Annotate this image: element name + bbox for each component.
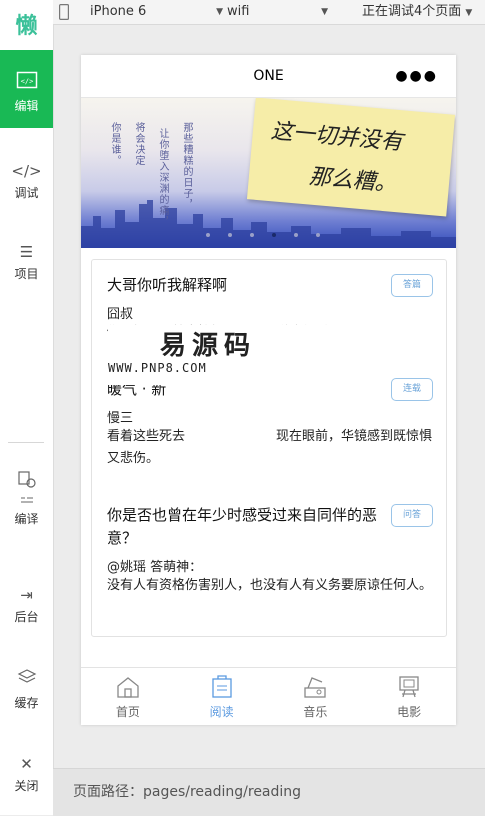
banner-dot[interactable] [250, 233, 254, 237]
item-author: 慢三 [107, 411, 134, 426]
sidebar-item-debug[interactable]: </> 调试 [0, 162, 53, 201]
left-sidebar: 懒 </> 编辑 </> 调试 ☰ 项目 编译 ⇥ 后台 缓存 ✕ 关闭 [0, 0, 54, 815]
sidebar-item-compile[interactable]: 编译 [0, 470, 53, 527]
sidebar-item-project[interactable]: ☰ 项目 [0, 243, 53, 282]
item-title: 你是否也曾在年少时感受过来自同伴的恶意？ [107, 506, 378, 547]
tab-reading[interactable]: 阅读 [175, 668, 269, 725]
banner-text-line: 让你堕入深渊的痛， [157, 128, 168, 227]
sidebar-item-label: 关闭 [14, 779, 39, 793]
nav-title: ONE [253, 68, 284, 84]
chevron-down-icon: ▼ [465, 8, 473, 18]
more-menu-icon[interactable]: ●●● [395, 55, 438, 97]
banner-dot[interactable] [294, 233, 298, 237]
close-icon: ✕ [20, 755, 33, 773]
banner-dot[interactable] [206, 233, 210, 237]
sidebar-item-label: 后台 [14, 610, 39, 624]
item-excerpt: 看着这些死去 现在眼前，华镜感到既惊惧又悲伤。 [107, 429, 433, 466]
category-tag: 连载 [391, 378, 433, 401]
sticky-note: 这一切并没有 那么糟。 [246, 98, 456, 217]
debug-pages-select[interactable]: 正在调试4个页面 ▼ [362, 0, 472, 24]
code-brackets-icon: </> [11, 162, 42, 180]
item-author: 囧叔 [107, 307, 134, 322]
device-select[interactable]: iPhone 6 ▼ [90, 0, 223, 24]
chevron-down-icon: ▼ [216, 7, 223, 17]
reading-icon [175, 675, 269, 703]
watermark-title: 易源码 [160, 331, 257, 361]
category-tag: 答篇 [391, 274, 433, 297]
banner-dot[interactable] [316, 233, 320, 237]
category-tag: 问答 [391, 504, 433, 527]
page-path: 页面路径：pages/reading/reading [73, 784, 302, 800]
item-title: 大哥你听我解释啊 [107, 276, 228, 294]
sidebar-item-label: 编辑 [14, 99, 39, 113]
banner-text-line: 将会决定 [133, 122, 144, 166]
sidebar-divider [8, 442, 44, 443]
banner-text-line: 你是谁。 [109, 122, 120, 166]
menu-lines-icon: ☰ [19, 243, 34, 261]
banner-dot[interactable] [272, 233, 276, 237]
svg-text:</>: </> [20, 78, 33, 86]
banner-indicator [206, 233, 320, 237]
code-window-icon: </> [0, 71, 53, 93]
banner-dot[interactable] [228, 233, 232, 237]
phone-simulator: ONE ●●● 你是谁。 将会决定 让你堕入深渊的痛， 那些糟糕的日子， 这一切… [81, 55, 456, 725]
list-item[interactable]: 连载 暖气 · 新 慢三 看着这些死去 现在眼前，华镜感到既惊惧又悲伤。 [107, 378, 433, 470]
tab-bar: 首页 阅读 音乐 电影 [81, 667, 456, 725]
music-icon [269, 675, 363, 703]
list-item[interactable]: 问答 你是否也曾在年少时感受过来自同伴的恶意？ @姚瑶 答萌神： 没有人有资格伤… [107, 504, 433, 597]
network-select[interactable]: wifi ▼ [227, 0, 328, 24]
banner-text-line: 那些糟糕的日子， [181, 122, 192, 210]
compile-icon [0, 470, 53, 506]
sidebar-item-close[interactable]: ✕ 关闭 [0, 755, 53, 794]
app-logo: 懒 [15, 14, 38, 39]
tab-home[interactable]: 首页 [81, 668, 175, 725]
note-line: 这一切并没有 [269, 118, 404, 156]
sidebar-item-label: 调试 [14, 186, 39, 200]
tab-movie[interactable]: 电影 [362, 668, 456, 725]
tab-music[interactable]: 音乐 [269, 668, 363, 725]
debug-toolbar: iPhone 6 ▼ wifi ▼ 正在调试4个页面 ▼ [53, 0, 485, 25]
movie-icon [362, 675, 456, 703]
sidebar-item-label: 编译 [14, 512, 39, 526]
home-icon [81, 675, 175, 703]
device-frame-icon[interactable] [59, 0, 70, 24]
sidebar-item-edit[interactable]: </> 编辑 [0, 50, 53, 128]
sidebar-item-cache[interactable]: 缓存 [0, 668, 53, 711]
note-line: 那么糟。 [308, 164, 398, 198]
feed-card: 答篇 大哥你听我解释啊 囧叔 你要解释，就直接解释，不要说这句话。 连载 暖气 … [91, 259, 447, 637]
sidebar-item-background[interactable]: ⇥ 后台 [0, 586, 53, 625]
page-path-bar: 页面路径：pages/reading/reading [53, 768, 485, 816]
watermark-url: WWW.PNP8.COM [108, 361, 207, 375]
sidebar-item-label: 缓存 [14, 696, 39, 710]
sidebar-item-label: 项目 [14, 267, 39, 281]
item-excerpt: 没有人有资格伤害别人，也没有人有义务要原谅任何人。 [107, 578, 433, 593]
item-author: @姚瑶 答萌神： [107, 560, 203, 575]
layers-icon [0, 668, 53, 690]
background-icon: ⇥ [20, 586, 33, 604]
banner-swiper[interactable]: 你是谁。 将会决定 让你堕入深渊的痛， 那些糟糕的日子， 这一切并没有 那么糟。 [81, 98, 456, 248]
chevron-down-icon: ▼ [321, 7, 328, 17]
watermark: 易源码 WWW.PNP8.COM [108, 325, 338, 385]
nav-bar: ONE ●●● [81, 55, 456, 98]
